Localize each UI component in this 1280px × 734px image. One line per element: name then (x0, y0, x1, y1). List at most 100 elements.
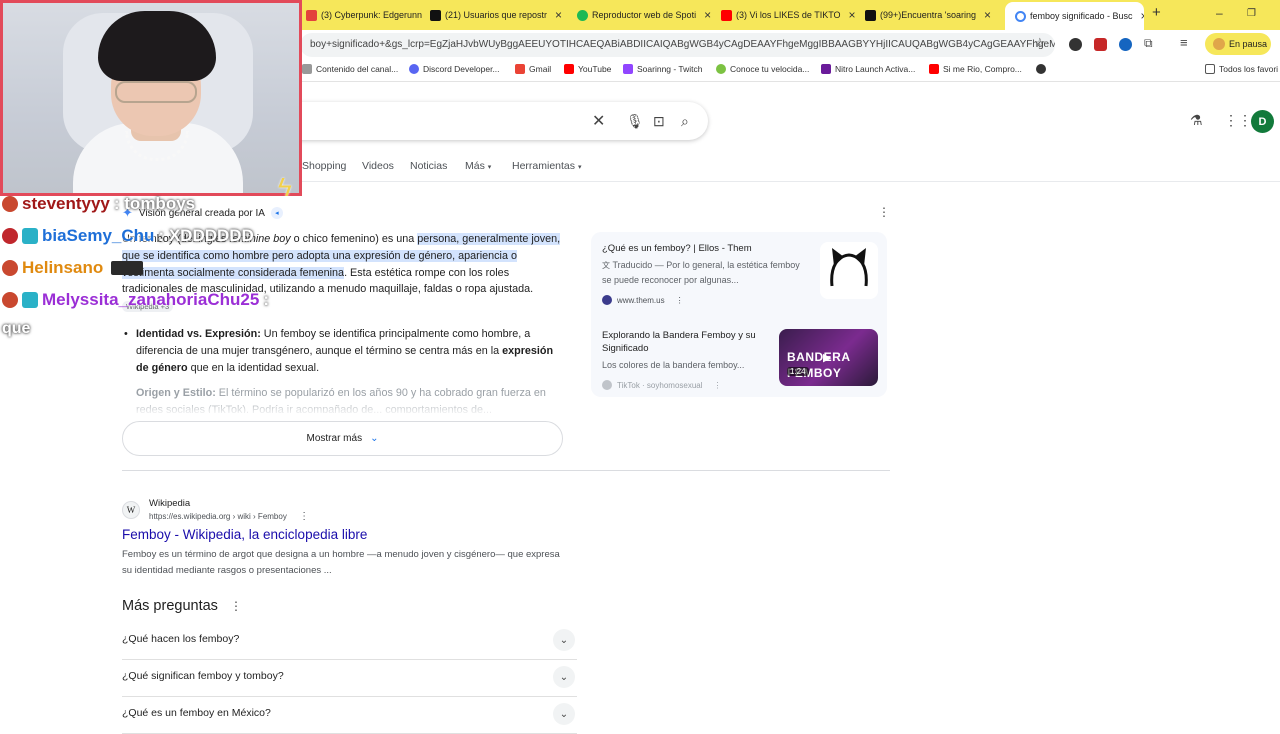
close-tab-icon[interactable]: × (984, 8, 991, 22)
filter-tab-news[interactable]: Noticias (410, 160, 447, 172)
new-tab-button[interactable]: + (1152, 4, 1161, 21)
source-card-site: www.them.us ⋮ (602, 295, 684, 305)
browser-tab-active[interactable]: femboy significado - Busc × (1005, 2, 1144, 30)
video-thumbnail[interactable]: BANDERA FEMBOY ▶ 1:24 (779, 329, 878, 386)
tab-favicon-icon (306, 9, 317, 21)
close-tab-icon[interactable]: × (704, 8, 711, 22)
bookmark-item[interactable] (1036, 64, 1046, 74)
source-card-title[interactable]: Explorando la Bandera Femboy y su Signif… (602, 330, 772, 355)
paa-question[interactable]: ¿Qué es un femboy en México? ⌄ (122, 697, 577, 734)
more-options-icon[interactable]: ⋮ (299, 511, 309, 522)
more-options-icon[interactable]: ⋮ (676, 296, 684, 305)
source-card-title[interactable]: ¿Qué es un femboy? | Ellos - Them (602, 243, 802, 256)
result-title-link[interactable]: Femboy - Wikipedia, la enciclopedia libr… (122, 527, 367, 542)
bookmark-item[interactable]: Si me Rio, Compro... (929, 64, 1022, 74)
close-tab-icon[interactable]: × (555, 8, 562, 22)
bookmark-item[interactable]: Contenido del canal... (302, 64, 398, 74)
wikipedia-favicon-icon: W (122, 501, 140, 519)
labs-flask-icon[interactable]: ⚗ (1190, 112, 1203, 129)
account-avatar[interactable]: D (1251, 110, 1274, 133)
ai-text: o chico femenino) es una (290, 233, 418, 245)
bookmark-label: Contenido del canal... (316, 64, 399, 74)
extension-icon[interactable] (1094, 38, 1107, 51)
show-more-button[interactable]: Mostrar más ⌄ (122, 421, 563, 456)
extension-icon[interactable] (1119, 38, 1132, 51)
chat-sub-badge-icon (22, 228, 38, 244)
profile-paused-button[interactable]: En pausa (1205, 33, 1271, 55)
browser-tab[interactable]: (3) Cyberpunk: Edgerunne × (306, 6, 422, 24)
filter-label: Más (465, 160, 485, 172)
microphone-icon[interactable]: 🎙 (626, 113, 644, 130)
tiktok-icon (865, 9, 876, 21)
search-input[interactable]: ✕ 🎙 ⊡ ⌕ (280, 102, 708, 140)
result-snippet: Femboy es un término de argot que design… (122, 549, 560, 576)
filter-tab-more[interactable]: Más ▾ (465, 160, 491, 172)
bookmark-favicon-icon (821, 64, 831, 74)
google-favicon-icon (1015, 10, 1026, 22)
chat-message-continuation: que (2, 320, 30, 338)
clear-search-icon[interactable]: ✕ (592, 111, 605, 131)
close-tab-icon[interactable]: × (1141, 9, 1144, 23)
result-site-name: Wikipedia (149, 498, 191, 509)
more-options-icon[interactable]: ⋮ (714, 381, 722, 390)
bookmark-item[interactable]: Gmail (515, 64, 551, 74)
more-options-icon[interactable]: ⋮ (878, 205, 890, 219)
source-card-site: TikTok · soyhomosexual ⋮ (602, 380, 722, 390)
more-options-icon[interactable]: ⋮ (230, 599, 242, 613)
source-domain: www.them.us (617, 295, 665, 305)
paa-question[interactable]: ¿Qué hacen los femboy? ⌄ (122, 623, 577, 660)
chat-badge-icon (2, 260, 18, 276)
bookmark-item[interactable]: Conoce tu velocida... (716, 64, 809, 74)
bookmark-label: Discord Developer... (423, 64, 500, 74)
bookmark-star-icon[interactable]: ☆ (1034, 35, 1046, 51)
youtube-icon (929, 64, 939, 74)
restore-icon[interactable]: ❐ (1247, 8, 1256, 19)
spotify-icon (577, 9, 588, 21)
chat-message: Melyssita_zanahoriaChu25 : (2, 290, 269, 310)
bookmark-item[interactable]: Discord Developer... (409, 64, 500, 74)
all-bookmarks-folder[interactable]: Todos los favori (1205, 64, 1278, 74)
bookmark-item[interactable]: YouTube (564, 64, 611, 74)
search-icon[interactable]: ⌕ (681, 113, 689, 130)
browser-tab[interactable]: Reproductor web de Spoti × (577, 6, 711, 24)
media-controls-icon[interactable]: ≡ (1180, 35, 1188, 50)
discord-icon (409, 64, 419, 74)
browser-tab[interactable]: (3) Vi los LIKES de TIKTO × (721, 6, 857, 24)
chevron-down-icon: ⌄ (553, 666, 575, 688)
browser-tab[interactable]: (21) Usuarios que repostr × (430, 6, 566, 24)
thumbnail-text: BANDERA FEMBOY (787, 350, 851, 380)
paa-question[interactable]: ¿Qué significan femboy y tomboy? ⌄ (122, 660, 577, 697)
bookmark-item[interactable]: Nitro Launch Activa... (821, 64, 915, 74)
paa-question-text: ¿Qué es un femboy en México? (122, 707, 271, 719)
source-card-snippet: Los colores de la bandera femboy... (602, 360, 745, 370)
extensions-puzzle-icon[interactable]: ⧉ (1144, 36, 1153, 51)
dropdown-caret-icon: ▾ (577, 164, 582, 171)
extension-icon[interactable] (1069, 38, 1082, 51)
lens-camera-icon[interactable]: ⊡ (653, 113, 665, 130)
bookmark-favicon-icon (302, 64, 312, 74)
paa-question-text: ¿Qué significan femboy y tomboy? (122, 670, 284, 682)
chevron-down-icon: ⌄ (370, 433, 379, 444)
browser-tab[interactable]: (99+)Encuentra 'soaring × (865, 6, 999, 24)
chat-text: : tomboys (113, 194, 196, 213)
chat-badge-icon (2, 228, 18, 244)
speaker-icon[interactable]: ◂ (270, 207, 283, 219)
address-bar[interactable]: boy+significado+&gs_lcrp=EgZjaHJvbWUyBgg… (300, 33, 1055, 57)
chat-text: : (263, 290, 269, 309)
address-text: boy+significado+&gs_lcrp=EgZjaHJvbWUyBgg… (310, 39, 1055, 50)
filter-tab-shopping[interactable]: Shopping (302, 160, 346, 172)
filter-tab-videos[interactable]: Videos (362, 160, 394, 172)
bookmark-label: Soarinng - Twitch (637, 64, 703, 74)
minimize-icon[interactable]: – (1216, 6, 1223, 20)
video-duration: 1:24 (787, 367, 809, 376)
filter-tab-tools[interactable]: Herramientas ▾ (512, 160, 581, 172)
globe-icon (1036, 64, 1046, 74)
source-card-thumbnail[interactable] (820, 242, 878, 299)
chat-badge-icon (2, 292, 18, 308)
chat-sub-badge-icon (22, 292, 38, 308)
close-tab-icon[interactable]: × (849, 8, 856, 22)
chat-username: steventyyy (22, 194, 110, 213)
chat-username: biaSemy_Chu (42, 226, 155, 245)
bullet-text: que en la identidad sexual. (187, 361, 320, 374)
bookmark-item[interactable]: Soarinng - Twitch (623, 64, 703, 74)
